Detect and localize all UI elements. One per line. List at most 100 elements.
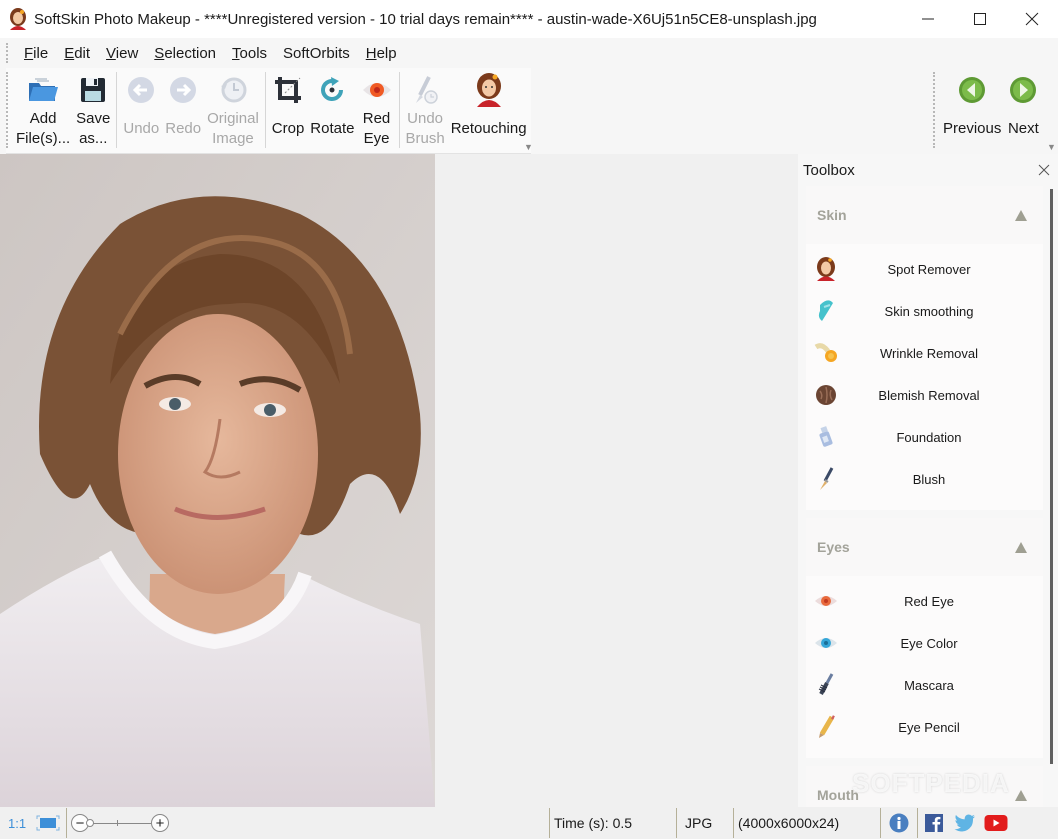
minimize-button[interactable]	[902, 0, 954, 38]
app-logo-icon	[10, 8, 26, 30]
tool-eye-pencil[interactable]: Eye Pencil	[806, 706, 1043, 748]
save-as-button[interactable]: Save as...	[73, 68, 113, 153]
tool-spot-remover[interactable]: Spot Remover	[806, 248, 1043, 290]
tool-red-eye[interactable]: Red Eye	[806, 580, 1043, 622]
retouching-woman-icon	[476, 73, 501, 107]
menu-bar: File Edit View Selection Tools SoftOrbit…	[0, 38, 1058, 68]
retouching-button[interactable]: Retouching	[448, 68, 530, 153]
menu-softorbits-label: SoftOrbits	[283, 44, 350, 62]
collapse-up-icon[interactable]	[1015, 789, 1027, 801]
facebook-icon	[925, 814, 943, 832]
redo-button[interactable]: Redo	[162, 68, 204, 153]
youtube-button[interactable]	[980, 807, 1012, 839]
menu-file[interactable]: File	[16, 45, 56, 62]
menu-file-accel: F	[24, 44, 34, 62]
maximize-icon	[974, 13, 986, 25]
toolbar-separator	[116, 72, 118, 148]
processing-time: Time (s): 0.5	[554, 815, 633, 831]
tool-label: Wrinkle Removal	[879, 345, 978, 361]
zoom-thumb[interactable]	[86, 819, 94, 827]
menu-view-accel: V	[106, 44, 116, 62]
smoothing-brush-icon	[818, 300, 833, 321]
zoom-in-button[interactable]: +	[151, 814, 169, 832]
facebook-button[interactable]	[918, 807, 950, 839]
softpedia-watermark: SOFTPEDIA	[852, 768, 1010, 798]
fit-to-window-button[interactable]	[32, 807, 64, 839]
toolbar: Add File(s)... Save as... Undo Redo Orig…	[0, 68, 1058, 154]
toolbox-scrollbar[interactable]	[1050, 189, 1053, 764]
previous-button[interactable]: Previous	[940, 68, 1004, 154]
section-skin-header[interactable]: Skin	[806, 186, 1043, 244]
menu-edit[interactable]: Edit	[56, 45, 98, 62]
tool-label: Blemish Removal	[878, 387, 980, 403]
menu-view[interactable]: View	[98, 45, 146, 62]
add-files-button[interactable]: Add File(s)...	[13, 68, 73, 153]
collapse-up-icon[interactable]	[1015, 209, 1027, 221]
redo-label: Redo	[165, 120, 202, 137]
section-eyes: Eyes Red Eye Eye Color Mascara Eye Penci…	[806, 518, 1043, 758]
undo-arrow-icon	[128, 77, 155, 103]
section-skin: Skin Spot Remover Skin smoothing Wrinkle…	[806, 186, 1043, 510]
menu-file-label: ile	[33, 44, 49, 62]
menu-tools-label: ools	[239, 44, 268, 62]
tool-foundation[interactable]: Foundation	[806, 416, 1043, 458]
next-button[interactable]: Next	[1004, 68, 1042, 154]
tool-blush[interactable]: Blush	[806, 458, 1043, 500]
twitter-icon	[954, 814, 975, 832]
tool-label: Mascara	[904, 677, 954, 693]
original-image-button[interactable]: Original Image	[204, 68, 262, 153]
menu-help-accel: H	[365, 44, 377, 62]
floppy-disk-icon	[81, 78, 106, 102]
menu-help-label: elp	[376, 44, 397, 62]
menu-tools[interactable]: Tools	[224, 45, 275, 62]
woman-face-icon	[817, 257, 835, 281]
zoom-track[interactable]	[87, 823, 151, 824]
menu-softorbits[interactable]: SoftOrbits	[275, 45, 358, 62]
undo-label: Undo	[123, 120, 160, 137]
section-eyes-header[interactable]: Eyes	[806, 518, 1043, 576]
zoom-slider[interactable]: − +	[69, 813, 169, 833]
previous-label: Previous	[943, 120, 1002, 137]
rotate-button[interactable]: Rotate	[307, 68, 357, 153]
next-label: Next	[1007, 120, 1039, 137]
red-eye-label-1: Red	[362, 110, 391, 127]
tool-eye-color[interactable]: Eye Color	[806, 622, 1043, 664]
info-button[interactable]	[881, 807, 917, 839]
close-icon[interactable]	[1038, 164, 1050, 176]
twitter-button[interactable]	[950, 807, 980, 839]
toolbox-title: Toolbox	[803, 161, 855, 179]
retouching-label: Retouching	[450, 120, 527, 137]
nav-toolbar-grip[interactable]	[933, 72, 936, 148]
menu-grip[interactable]	[6, 43, 9, 63]
maximize-button[interactable]	[954, 0, 1006, 38]
collapse-up-icon[interactable]	[1015, 541, 1027, 553]
redo-arrow-icon	[170, 77, 197, 103]
minimize-icon	[922, 18, 934, 20]
navigation-toolbar-group: Previous Next	[933, 68, 1055, 154]
close-button[interactable]	[1006, 0, 1058, 38]
rotate-label: Rotate	[310, 120, 355, 137]
nav-toolbar-overflow-dropdown[interactable]: ▼	[1047, 142, 1056, 152]
tool-skin-smoothing[interactable]: Skin smoothing	[806, 290, 1043, 332]
portrait-photo[interactable]	[0, 154, 435, 807]
next-green-icon	[1010, 77, 1037, 103]
tool-wrinkle-removal[interactable]: Wrinkle Removal	[806, 332, 1043, 374]
section-skin-title: Skin	[817, 207, 847, 223]
menu-edit-accel: E	[64, 44, 75, 62]
tool-mascara[interactable]: Mascara	[806, 664, 1043, 706]
red-eye-button[interactable]: Red Eye	[358, 68, 396, 153]
crop-button[interactable]: Crop	[269, 68, 308, 153]
menu-selection[interactable]: Selection	[146, 45, 224, 62]
toolbar-overflow-dropdown[interactable]: ▼	[524, 142, 533, 152]
image-canvas[interactable]	[0, 154, 798, 807]
tool-blemish-removal[interactable]: Blemish Removal	[806, 374, 1043, 416]
add-files-label-1: Add	[29, 110, 57, 127]
zoom-1to1-button[interactable]: 1:1	[0, 807, 32, 839]
menu-help[interactable]: Help	[358, 45, 405, 62]
title-bar: SoftSkin Photo Makeup - ****Unregistered…	[0, 0, 1058, 38]
undo-button[interactable]: Undo	[120, 68, 162, 153]
undo-brush-button[interactable]: Undo Brush	[403, 68, 448, 153]
red-eye-label-2: Eye	[363, 130, 390, 147]
menu-selection-accel: S	[154, 44, 165, 62]
toolbar-grip[interactable]	[6, 72, 9, 148]
